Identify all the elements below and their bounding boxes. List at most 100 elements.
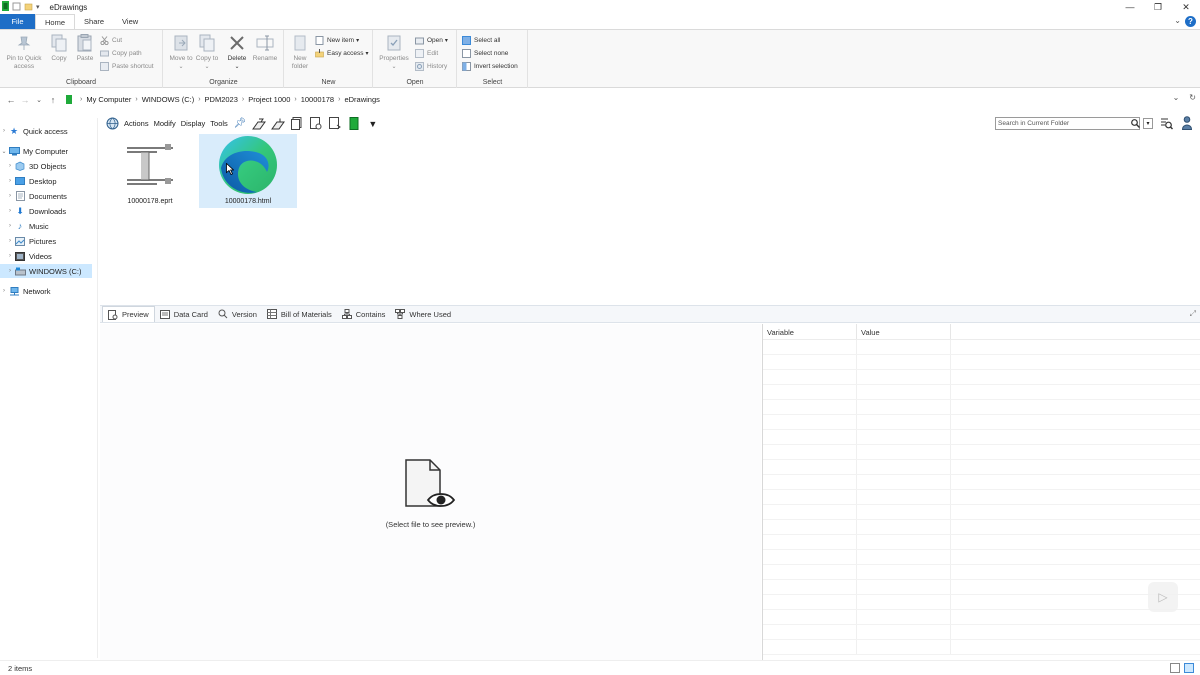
menu-actions[interactable]: Actions [124,119,149,128]
delete-button[interactable]: Delete ⌄ [222,33,252,71]
tab-bill-of-materials[interactable]: Bill of Materials [262,306,337,322]
rename-button[interactable]: Rename [250,33,280,63]
search-tool-icon[interactable] [1160,117,1173,132]
pdm-green-bookmark-icon[interactable] [347,117,361,131]
play-icon[interactable]: ▷ [1148,582,1178,612]
nav-videos[interactable]: › Videos [0,249,98,263]
file-item[interactable]: 10000178.html [199,134,297,208]
tab-contains[interactable]: Contains [337,306,391,322]
change-state-icon[interactable] [309,117,323,131]
select-none-button[interactable]: Select none [462,47,508,59]
easy-access-button[interactable]: Easy access ▾ [315,47,369,59]
quick-access-toolbar-dropdown-icon[interactable]: ▾ [36,3,40,11]
nav-documents[interactable]: › Documents [0,189,98,203]
breadcrumb-windows-c[interactable]: WINDOWS (C:) [142,95,195,104]
minimize-button[interactable]: — [1116,0,1144,14]
add-file-icon[interactable] [328,117,342,131]
music-note-icon: ♪ [17,221,23,231]
maximize-pane-icon[interactable]: ⤢ [1190,309,1196,319]
breadcrumb-project-1000[interactable]: Project 1000 [248,95,290,104]
tab-version[interactable]: Version [213,306,262,322]
help-icon[interactable]: ? [1185,16,1196,27]
nav-pictures[interactable]: › Pictures [0,234,98,248]
paste-button[interactable]: Paste [70,33,100,63]
chevron-down-icon[interactable]: ⌄ [1174,16,1181,25]
collapse-chevron-icon[interactable]: ⌄ [0,148,8,155]
expand-chevron-icon[interactable]: › [6,268,14,274]
nav-desktop[interactable]: › Desktop [0,174,98,188]
expand-chevron-icon[interactable]: › [6,253,14,259]
breadcrumb-pdm2023[interactable]: PDM2023 [205,95,238,104]
expand-chevron-icon[interactable]: › [6,193,14,199]
tab-view[interactable]: View [113,14,147,29]
large-icons-view-icon[interactable] [1184,663,1194,673]
invert-selection-button[interactable]: Invert selection [462,60,518,72]
nav-my-computer[interactable]: ⌄ My Computer [0,144,98,158]
history-button[interactable]: History [415,60,447,72]
nav-network[interactable]: › Network [0,284,98,298]
breadcrumb[interactable]: › My Computer › WINDOWS (C:) › PDM2023 ›… [66,92,1166,107]
expand-chevron-icon[interactable]: › [6,178,14,184]
breadcrumb-10000178[interactable]: 10000178 [301,95,334,104]
menu-display[interactable]: Display [181,119,206,128]
nav-music[interactable]: › ♪ Music [0,219,98,233]
column-header-variable[interactable]: Variable [763,324,857,339]
vault-globe-icon[interactable] [105,117,119,131]
nav-quick-access[interactable]: › ★ Quick access [0,124,98,138]
recent-locations-chevron-icon[interactable]: ⌄ [32,96,46,104]
get-latest-icon[interactable] [290,117,304,131]
search-icon[interactable] [1131,119,1140,130]
menu-tools[interactable]: Tools [210,119,228,128]
refresh-icon[interactable]: ↻ [1189,93,1196,102]
user-icon[interactable] [1181,116,1193,132]
expand-chevron-icon[interactable]: › [0,288,8,294]
pin-to-quick-access-button[interactable]: Pin to Quick access [4,33,44,71]
new-folder-quick-icon[interactable] [24,2,33,13]
tab-data-card[interactable]: Data Card [155,306,213,322]
tab-where-used[interactable]: Where Used [390,306,456,322]
toolbar-overflow-dropdown-icon[interactable]: ▼ [366,117,380,131]
select-all-button[interactable]: Select all [462,34,500,46]
check-in-icon[interactable] [270,117,285,131]
nav-downloads[interactable]: › ⬇ Downloads [0,204,98,218]
copy-to-button[interactable]: Copy to ⌄ [192,33,222,71]
cut-button[interactable]: Cut [100,34,122,46]
properties-quick-icon[interactable] [12,2,21,13]
restore-button[interactable]: ❐ [1144,0,1172,14]
nav-windows-c[interactable]: › WINDOWS (C:) [0,264,92,278]
move-to-label: Move to [169,55,193,62]
column-header-value[interactable]: Value [857,324,951,339]
new-folder-button[interactable]: New folder [285,33,315,71]
breadcrumb-edrawings[interactable]: eDrawings [344,95,379,104]
check-out-icon[interactable] [251,117,266,131]
expand-chevron-icon[interactable]: › [6,223,14,229]
expand-chevron-icon[interactable]: › [6,208,14,214]
nav-3d-objects[interactable]: › 3D Objects [0,159,98,173]
tab-preview[interactable]: Preview [102,306,155,322]
properties-button[interactable]: Properties ⌄ [376,33,412,71]
open-button[interactable]: Open ▾ [415,34,448,46]
file-item[interactable]: 10000178.eprt [101,134,199,208]
expand-chevron-icon[interactable]: › [0,128,8,134]
address-history-chevron-icon[interactable]: ⌄ [1173,93,1180,102]
properties-empty-row [763,580,1200,595]
edit-button[interactable]: Edit [415,47,438,59]
breadcrumb-my-computer[interactable]: My Computer [86,95,131,104]
pin-icon[interactable]: 📌︎ [233,117,247,131]
new-item-button[interactable]: New item ▾ [315,34,359,46]
expand-chevron-icon[interactable]: › [6,238,14,244]
up-arrow-icon[interactable]: ↑ [46,95,60,105]
close-button[interactable]: ✕ [1172,0,1200,14]
tab-share[interactable]: Share [75,14,113,29]
search-options-dropdown-icon[interactable]: ▾ [1143,118,1153,129]
tab-file[interactable]: File [0,14,35,29]
menu-modify[interactable]: Modify [154,119,176,128]
expand-chevron-icon[interactable]: › [6,163,14,169]
paste-shortcut-button[interactable]: Paste shortcut [100,60,154,72]
tab-home[interactable]: Home [35,14,76,29]
back-arrow-icon[interactable]: ← [4,95,18,105]
details-view-icon[interactable] [1170,663,1180,673]
copy-path-button[interactable]: Copy path [100,47,142,59]
forward-arrow-icon[interactable]: → [18,95,32,105]
search-input[interactable]: Search in Current Folder [995,117,1140,130]
